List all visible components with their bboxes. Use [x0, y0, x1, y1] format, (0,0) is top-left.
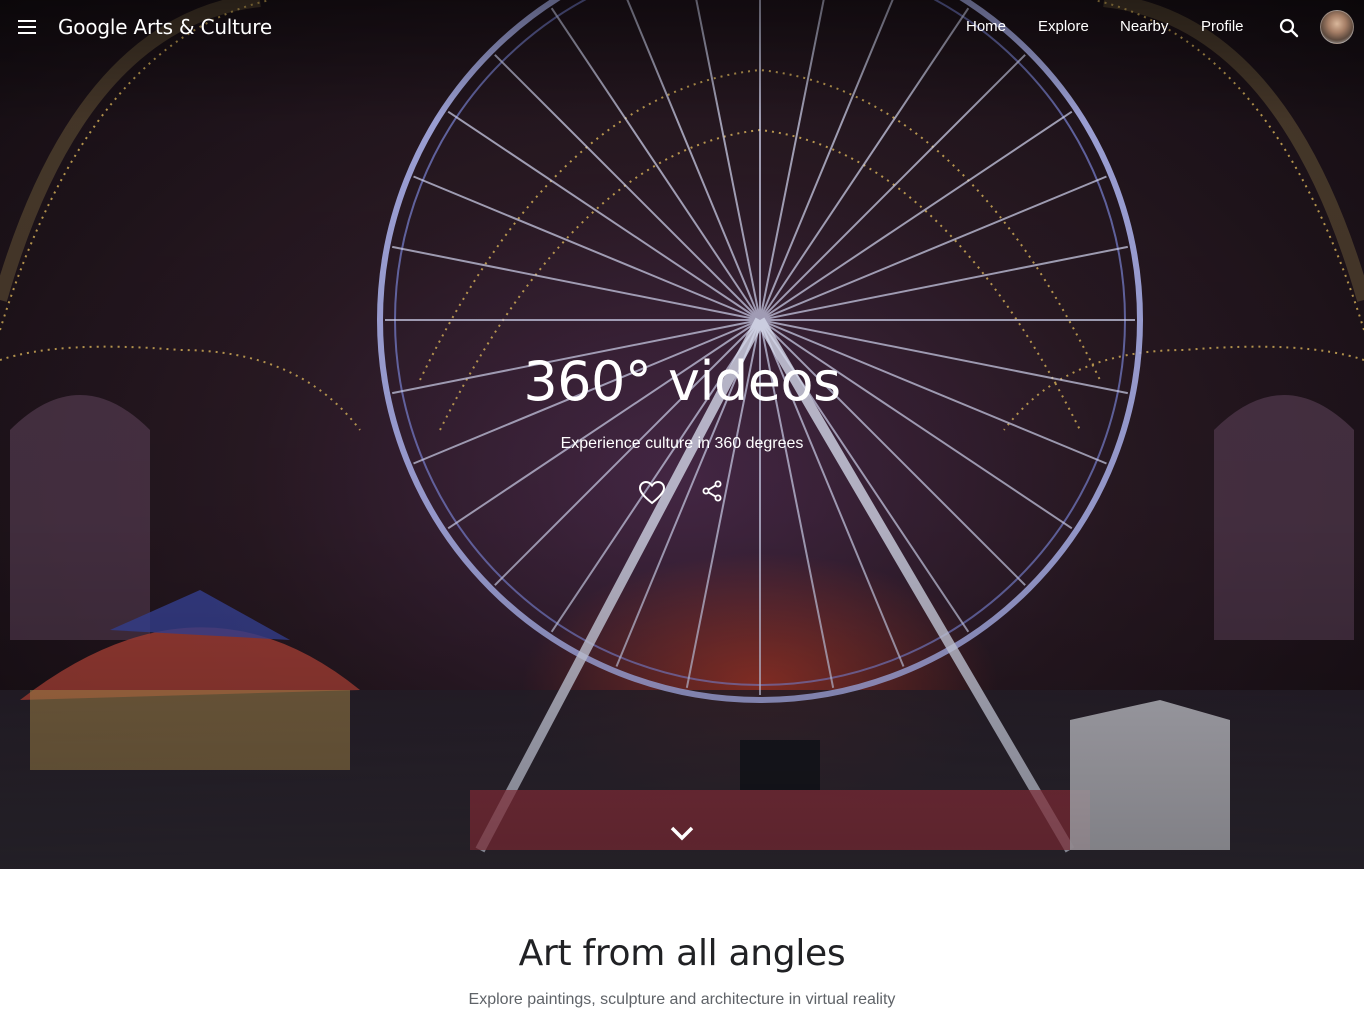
user-avatar[interactable]	[1320, 10, 1354, 44]
hero-title: 360° videos	[523, 350, 841, 413]
section-subtitle: Explore paintings, sculpture and archite…	[468, 991, 896, 1008]
nav-nearby[interactable]: Nearby	[1120, 18, 1168, 35]
top-navigation-bar: Google Arts & Culture Home Explore Nearb…	[0, 0, 1364, 56]
share-icon[interactable]	[700, 479, 724, 503]
hero-subtitle: Experience culture in 360 degrees	[560, 435, 804, 452]
hero-banner: Google Arts & Culture Home Explore Nearb…	[0, 0, 1364, 869]
nav-home[interactable]: Home	[966, 18, 1006, 35]
heart-icon[interactable]	[638, 480, 666, 506]
nav-profile[interactable]: Profile	[1201, 18, 1244, 35]
site-logo[interactable]: Google Arts & Culture	[58, 15, 272, 39]
nav-explore[interactable]: Explore	[1038, 18, 1089, 35]
search-icon[interactable]	[1277, 16, 1301, 40]
chevron-down-icon[interactable]	[667, 821, 697, 845]
section-title: Art from all angles	[518, 933, 846, 974]
hamburger-menu-icon[interactable]	[14, 14, 40, 40]
